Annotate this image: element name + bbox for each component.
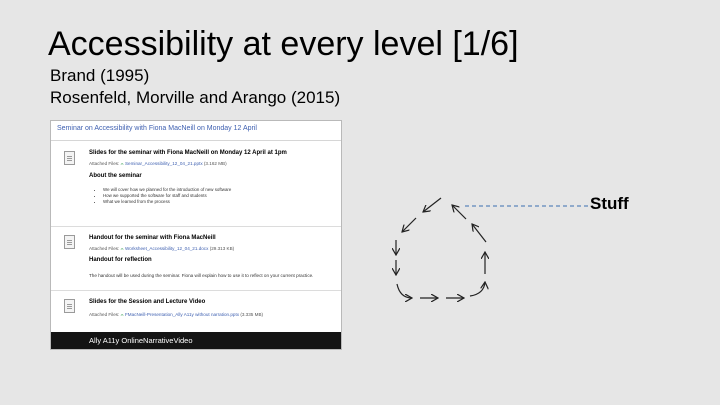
cycle-arrow-icon [423,197,442,212]
cycle-arrow-icon [469,282,485,297]
cycle-arrow-icon [472,224,487,243]
cycle-arrow-icon [396,283,412,298]
cycle-arrow-icon [402,217,417,232]
cycle-arrow-icon [452,205,467,220]
stuff-label: Stuff [590,194,629,213]
